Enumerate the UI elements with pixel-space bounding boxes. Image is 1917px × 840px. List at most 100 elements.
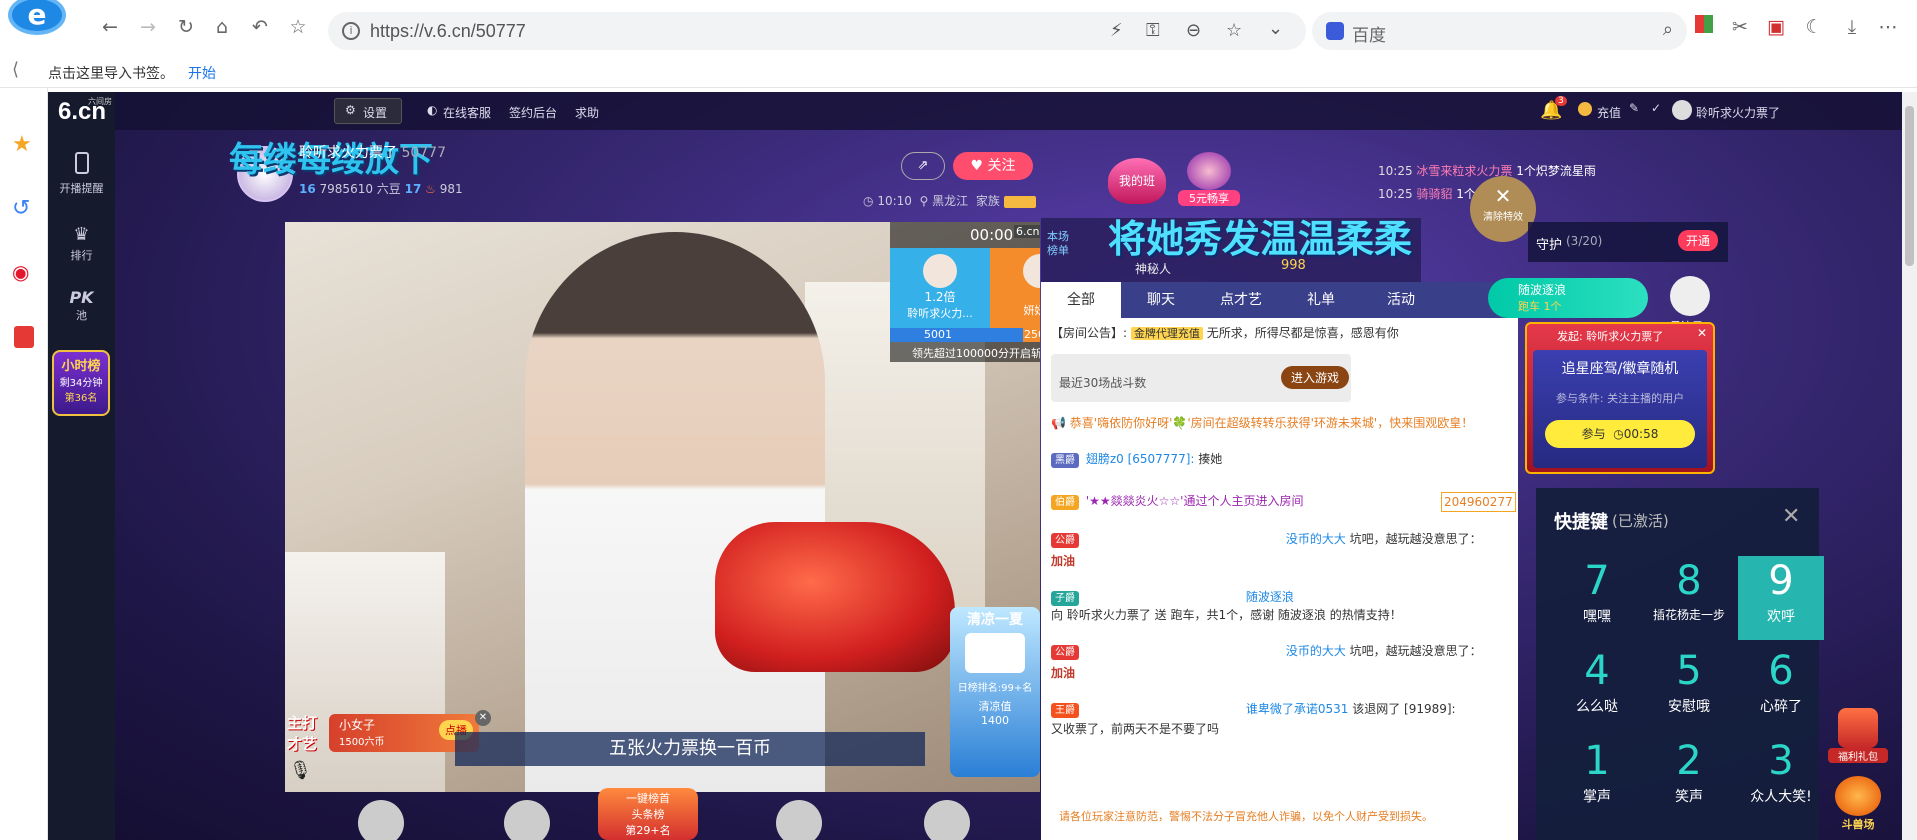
- favorite-star-icon[interactable]: ☆: [286, 15, 310, 39]
- message-content: 坑吧，越玩越没意思了：: [1349, 532, 1482, 546]
- user-name[interactable]: 翅膀z0 [6507777]:: [1086, 452, 1195, 466]
- message-content: 坑吧，越玩越没意思了：: [1349, 644, 1482, 658]
- site-left-nav: 6.cn 六间房 开播提醒 ♛ 排行 PK 池 小时榜 剩34分钟 第36名: [48, 92, 115, 840]
- undo-icon[interactable]: ↶: [248, 15, 272, 39]
- zoom-icon[interactable]: ⊖: [1186, 20, 1201, 41]
- back-icon[interactable]: ←: [98, 15, 122, 39]
- tab-chat[interactable]: 聊天: [1121, 282, 1201, 318]
- search-input[interactable]: 百度: [1352, 21, 1386, 46]
- tab-talent[interactable]: 点才艺: [1201, 282, 1281, 318]
- shortcut-key-4[interactable]: 4 么么哒: [1554, 646, 1640, 730]
- download-icon[interactable]: ⤓: [1840, 15, 1864, 39]
- family-badge: [1003, 195, 1036, 208]
- sign-backend-link[interactable]: 签约后台: [509, 104, 557, 121]
- office-icon[interactable]: [14, 326, 34, 348]
- close-icon[interactable]: ✕: [1782, 504, 1800, 529]
- shortcut-key-3[interactable]: 3 众人大笑!: [1738, 736, 1824, 820]
- welfare-gift-button[interactable]: 福利礼包: [1828, 708, 1888, 768]
- notice-badge[interactable]: 金牌代理充值: [1130, 327, 1203, 340]
- user-avatar[interactable]: [1672, 100, 1692, 120]
- key-icon[interactable]: ⚿: [1146, 20, 1160, 41]
- shortcut-key-5[interactable]: 5 安慰哦: [1646, 646, 1732, 730]
- weibo-icon[interactable]: ◉: [12, 260, 29, 284]
- search-icon[interactable]: ⌕: [1663, 19, 1673, 40]
- open-guard-button[interactable]: 开通: [1678, 230, 1719, 251]
- scissors-icon[interactable]: ✂: [1728, 15, 1752, 39]
- live-video[interactable]: 00:00 6.cn 直播 1.2倍 聆听求火力... 妍妍妍 5001 250…: [285, 222, 1040, 792]
- pk-left-side: 1.2倍 聆听求火力...: [890, 248, 990, 328]
- tab-all[interactable]: 全部: [1041, 282, 1121, 318]
- home-icon[interactable]: ⌂: [210, 15, 234, 39]
- start-link[interactable]: 开始: [188, 63, 216, 83]
- history-icon[interactable]: ↺: [12, 196, 30, 221]
- chevron-down-icon[interactable]: ⌄: [1268, 18, 1283, 39]
- close-icon[interactable]: ✕: [475, 710, 491, 726]
- nav-item-remind[interactable]: 开播提醒: [48, 152, 115, 212]
- shortcut-key-8[interactable]: 8 插花杨走一步: [1646, 556, 1732, 640]
- shortcut-key-1[interactable]: 1 掌声: [1554, 736, 1640, 820]
- family-label[interactable]: 家族: [976, 194, 1000, 208]
- car-id: 204960277: [1441, 492, 1516, 512]
- recharge-link[interactable]: 充值: [1597, 104, 1621, 121]
- user-name[interactable]: 谁卑微了承诺0531: [1246, 702, 1349, 716]
- user-name[interactable]: 没币的大大: [1286, 644, 1346, 658]
- page-scrollbar[interactable]: [1902, 92, 1917, 840]
- headline-rank-widget[interactable]: 一键榜首 头条榜 第29+名: [598, 788, 698, 840]
- scrollbar-thumb[interactable]: [1905, 106, 1914, 266]
- shortcut-key-7[interactable]: 7 嘿嘿: [1554, 556, 1640, 640]
- share-button[interactable]: ⇗: [901, 152, 945, 180]
- forward-icon[interactable]: →: [136, 15, 160, 39]
- microphone-icon[interactable]: 🎙: [289, 760, 312, 781]
- settings-button[interactable]: ⚙ 设置: [334, 98, 402, 124]
- hour-rank-badge[interactable]: 小时榜 剩34分钟 第36名: [52, 350, 110, 416]
- reload-icon[interactable]: ↻: [174, 15, 198, 39]
- nav-item-rank[interactable]: ♛ 排行: [48, 224, 115, 274]
- seat-avatar[interactable]: [504, 800, 550, 840]
- my-class-badge[interactable]: 我的班: [1108, 158, 1166, 204]
- online-service-link[interactable]: 在线客服: [443, 104, 491, 121]
- address-bar[interactable]: i https://v.6.cn/50777 ⚡ ⚿ ⊖ ☆ ⌄: [328, 12, 1306, 50]
- url-text[interactable]: https://v.6.cn/50777: [370, 21, 526, 42]
- seat-avatar[interactable]: [924, 800, 970, 840]
- car-notice-user[interactable]: 随波逐浪: [1518, 281, 1566, 298]
- favorites-icon[interactable]: ★: [12, 132, 32, 157]
- username-menu[interactable]: 聆听求火力票了: [1696, 104, 1780, 121]
- cool-summer-widget[interactable]: 清凉一夏 日榜排名:99+名 清凉值 1400: [950, 607, 1040, 777]
- shortcut-key-9[interactable]: 9 欢呼: [1738, 556, 1824, 640]
- arena-button[interactable]: 斗兽场: [1826, 776, 1890, 836]
- nav-item-pk[interactable]: PK 池: [48, 288, 115, 338]
- tab-events[interactable]: 活动: [1361, 282, 1441, 318]
- tab-gifts[interactable]: 礼单: [1281, 282, 1361, 318]
- session-rank-label[interactable]: 本场榜单: [1047, 230, 1077, 258]
- seat-avatar[interactable]: [358, 800, 404, 840]
- viewer-avatar[interactable]: [1670, 276, 1710, 316]
- site-logo[interactable]: 6.cn 六间房: [52, 97, 112, 130]
- sidebar-toggle-icon[interactable]: ⟨: [12, 59, 19, 80]
- apps-icon[interactable]: [1692, 15, 1716, 39]
- edit-icon[interactable]: ✎: [1629, 101, 1639, 115]
- enter-game-button[interactable]: 进入游戏: [1281, 366, 1350, 389]
- clear-effects-button[interactable]: ✕ 清除特效: [1470, 176, 1536, 242]
- pk-panel: 00:00 6.cn 直播 1.2倍 聆听求火力... 妍妍妍 5001 250…: [890, 222, 1040, 362]
- info-icon[interactable]: i: [342, 22, 360, 40]
- shortcut-key-2[interactable]: 2 笑声: [1646, 736, 1732, 820]
- user-name[interactable]: 没币的大大: [1286, 532, 1346, 546]
- menu-icon[interactable]: ⋯: [1876, 15, 1900, 39]
- shortcut-key-6[interactable]: 6 心碎了: [1738, 646, 1824, 730]
- event-join-button[interactable]: 参与 ◷00:58: [1545, 420, 1695, 448]
- car-notice-banner: 随波逐浪 跑车 1个: [1488, 278, 1648, 318]
- search-box[interactable]: 百度 ⌕: [1312, 12, 1687, 50]
- import-bookmarks-hint: 点击这里导入书签。: [48, 66, 174, 82]
- follow-button[interactable]: ♥ 关注: [953, 152, 1033, 180]
- user-name[interactable]: 随波逐浪: [1246, 590, 1294, 604]
- flash-offer-badge[interactable]: 5元畅享: [1178, 152, 1240, 208]
- check-icon[interactable]: ✓: [1651, 101, 1661, 115]
- night-mode-icon[interactable]: ☾: [1802, 15, 1826, 39]
- pdf-icon[interactable]: ▣: [1764, 15, 1788, 39]
- help-link[interactable]: 求助: [575, 104, 599, 121]
- close-icon[interactable]: ✕: [1697, 326, 1707, 340]
- flash-icon[interactable]: ⚡: [1110, 20, 1123, 41]
- streamer-name[interactable]: 聆听求火力票了 50777: [299, 142, 446, 162]
- bookmark-star-icon[interactable]: ☆: [1226, 20, 1242, 41]
- seat-avatar[interactable]: [776, 800, 822, 840]
